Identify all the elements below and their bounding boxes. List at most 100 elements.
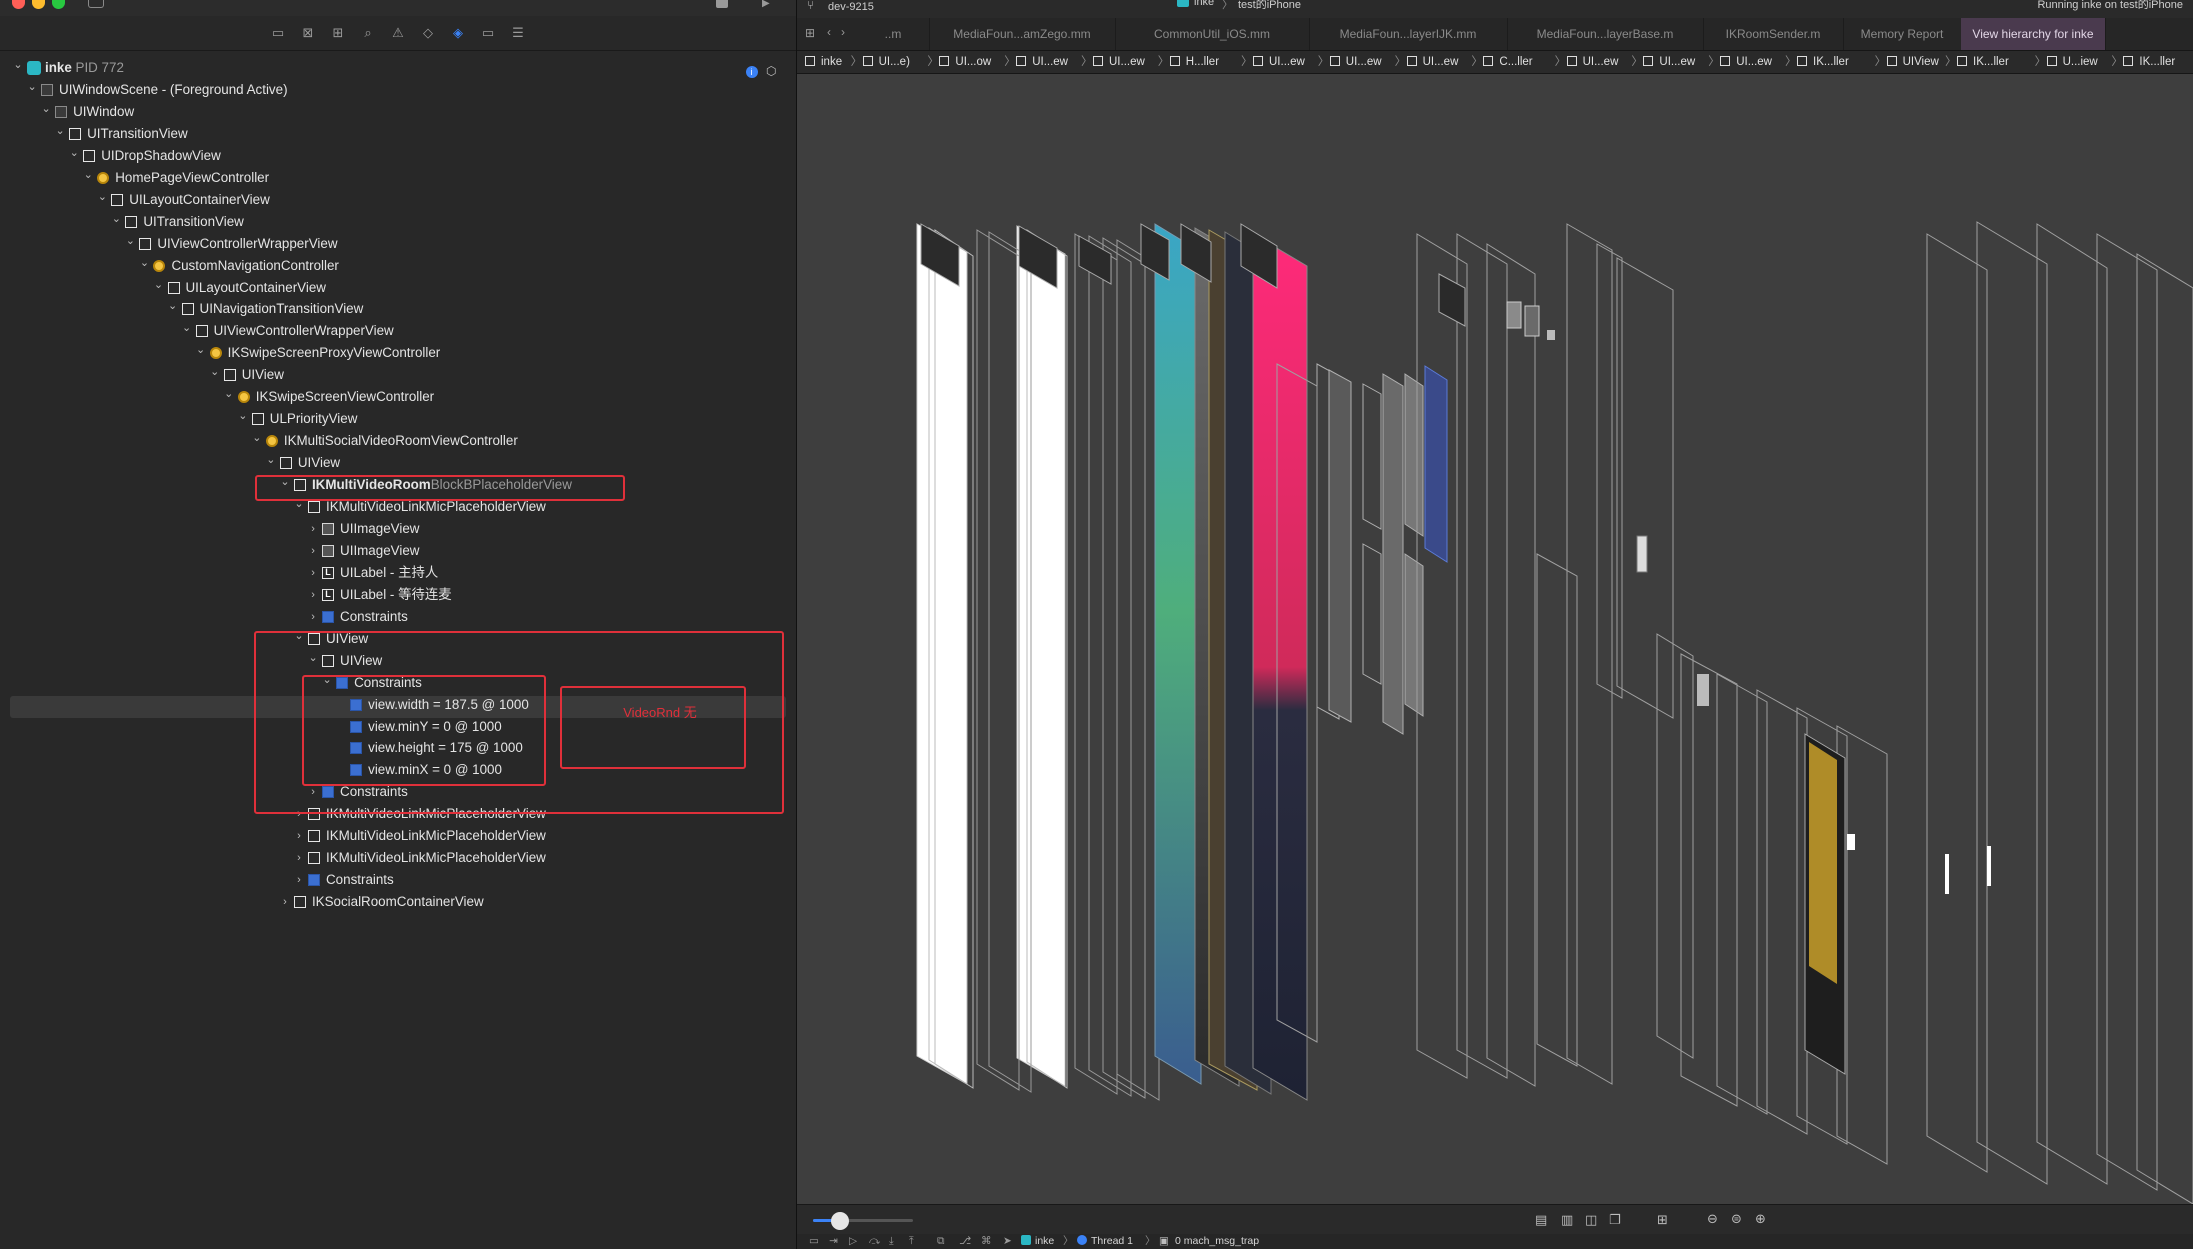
debug-navigator-icon[interactable]: ◈ <box>448 24 468 42</box>
debug-thread[interactable]: Thread 1 <box>1091 1234 1133 1249</box>
chevron-down-icon[interactable]: ⌄ <box>138 252 150 274</box>
jump-bar-crumb[interactable]: UI...ew <box>1736 51 1772 73</box>
editor-tab[interactable]: MediaFoun...layerIJK.mm <box>1309 18 1508 50</box>
chevron-right-icon[interactable]: › <box>307 540 319 562</box>
jump-bar-crumb[interactable]: UI...e) <box>879 51 910 73</box>
jump-bar-crumb[interactable]: U...iew <box>2063 51 2098 73</box>
tree-row[interactable]: › L UILabel - 等待连麦 <box>0 584 790 606</box>
tree-row[interactable]: ⌄ inke PID 772 <box>0 57 790 79</box>
chevron-right-icon[interactable]: › <box>293 847 305 869</box>
tree-row[interactable]: ⌄ UIView <box>0 364 790 386</box>
tree-row[interactable]: › Constraints <box>0 869 790 891</box>
jump-bar-crumb[interactable]: H...ller <box>1186 51 1219 73</box>
close-window-button[interactable] <box>12 0 25 9</box>
tree-row[interactable]: › IKSocialRoomContainerView <box>0 891 790 913</box>
tree-row[interactable]: ⌄ IKMultiSocialVideoRoomViewController <box>0 430 790 452</box>
adjust-view-mode-icon[interactable]: ◫ <box>1585 1212 1597 1228</box>
sidebar-toggle-icon[interactable] <box>88 0 104 8</box>
tree-row[interactable]: ⌄ UIViewControllerWrapperView <box>0 233 790 255</box>
breakpoints-toggle-icon[interactable]: ⇥ <box>829 1234 838 1249</box>
chevron-right-icon[interactable]: › <box>307 584 319 606</box>
chevron-right-icon[interactable]: › <box>293 869 305 891</box>
stop-button[interactable] <box>716 0 728 8</box>
chevron-down-icon[interactable]: ⌄ <box>237 405 249 427</box>
chevron-down-icon[interactable]: ⌄ <box>12 54 24 76</box>
source-control-icon[interactable]: ⊠ <box>298 24 318 42</box>
tree-row[interactable]: › UIImageView <box>0 540 790 562</box>
step-over-icon[interactable]: ⤼ <box>869 1234 880 1249</box>
test-navigator-icon[interactable]: ◇ <box>418 24 438 42</box>
chevron-down-icon[interactable]: ⌄ <box>209 361 221 383</box>
jump-bar-crumb[interactable]: UI...ew <box>1032 51 1068 73</box>
layer-white-2[interactable] <box>1016 225 1066 1087</box>
tree-row[interactable]: › Constraints <box>0 606 790 628</box>
chevron-down-icon[interactable]: ⌄ <box>223 383 235 405</box>
report-navigator-icon[interactable]: ☰ <box>508 24 528 42</box>
run-button[interactable]: ▶ <box>762 0 770 9</box>
folder-icon[interactable]: ▭ <box>268 24 288 42</box>
search-icon[interactable]: ⌕ <box>358 24 378 42</box>
tree-row[interactable]: ⌄ UITransitionView <box>0 123 790 145</box>
reset-icon[interactable]: ⊞ <box>1657 1212 1668 1228</box>
show-constraints-icon[interactable]: ▥ <box>1561 1212 1573 1228</box>
chevron-right-icon[interactable]: › <box>279 891 291 913</box>
tree-row[interactable]: › IKMultiVideoLinkMicPlaceholderView <box>0 847 790 869</box>
breakpoint-navigator-icon[interactable]: ▭ <box>478 24 498 42</box>
chevron-down-icon[interactable]: ⌄ <box>195 339 207 361</box>
chevron-down-icon[interactable]: ⌄ <box>68 142 80 164</box>
zoom-actual-icon[interactable]: ⊜ <box>1731 1211 1742 1227</box>
scheme-label[interactable]: dev-9215 <box>828 1 874 13</box>
console-toggle-icon[interactable]: ▭ <box>809 1234 819 1249</box>
run-destination-device[interactable]: test的iPhone <box>1238 0 1301 12</box>
jump-bar-crumb[interactable]: C...ller <box>1499 51 1532 73</box>
zoom-out-icon[interactable]: ⊖ <box>1707 1211 1718 1227</box>
zoom-window-button[interactable] <box>52 0 65 9</box>
jump-bar-crumb[interactable]: UI...ow <box>955 51 991 73</box>
chevron-down-icon[interactable]: ⌄ <box>251 427 263 449</box>
editor-tab[interactable]: ..m <box>857 18 930 50</box>
chevron-down-icon[interactable]: ⌄ <box>82 164 94 186</box>
chevron-down-icon[interactable]: ⌄ <box>167 295 179 317</box>
chevron-down-icon[interactable]: ⌄ <box>110 208 122 230</box>
chevron-down-icon[interactable]: ⌄ <box>26 76 38 98</box>
orientation-icon[interactable]: ❐ <box>1609 1212 1621 1228</box>
environment-icon[interactable]: ⌘ <box>981 1234 992 1249</box>
jump-bar-crumb[interactable]: UI...ew <box>1346 51 1382 73</box>
spacing-slider-thumb[interactable] <box>831 1212 849 1230</box>
exploded-3d-layers[interactable] <box>797 74 2193 1205</box>
chevron-down-icon[interactable]: ⌄ <box>265 449 277 471</box>
step-out-icon[interactable]: ⤒ <box>909 1234 914 1249</box>
tree-row[interactable]: › L UILabel - 主持人 <box>0 562 790 584</box>
tree-row[interactable]: ⌄ UILayoutContainerView <box>0 277 790 299</box>
issue-navigator-icon[interactable]: ⚠ <box>388 24 408 42</box>
chevron-right-icon[interactable]: › <box>307 518 319 540</box>
tree-row[interactable]: ⌄ UIWindow <box>0 101 790 123</box>
jump-bar-crumb[interactable]: inke <box>821 51 842 73</box>
editor-tab[interactable]: Memory Report <box>1843 18 1962 50</box>
editor-tab[interactable]: MediaFoun...layerBase.m <box>1507 18 1704 50</box>
jump-bar-crumb[interactable]: UI...ew <box>1659 51 1695 73</box>
tree-row[interactable]: ⌄ UITransitionView <box>0 211 790 233</box>
jump-bar-crumb[interactable]: IK...ller <box>1973 51 2009 73</box>
location-icon[interactable]: ➤ <box>1003 1234 1012 1249</box>
continue-icon[interactable]: ▷ <box>849 1234 857 1249</box>
jump-bar-crumb[interactable]: UI...ew <box>1583 51 1619 73</box>
run-destination-app[interactable]: inke <box>1194 0 1214 8</box>
jump-bar-crumb[interactable]: IK...ller <box>1813 51 1849 73</box>
zoom-in-icon[interactable]: ⊕ <box>1755 1211 1766 1227</box>
tree-row[interactable]: ⌄ HomePageViewController <box>0 167 790 189</box>
jump-bar-crumb[interactable]: UI...ew <box>1269 51 1305 73</box>
tree-row[interactable]: ⌄ UIDropShadowView <box>0 145 790 167</box>
chevron-right-icon[interactable]: › <box>307 562 319 584</box>
grid-icon[interactable]: ⊞ <box>805 26 815 40</box>
chevron-right-icon[interactable]: › <box>293 825 305 847</box>
jump-bar-crumb[interactable]: IK...ller <box>2139 51 2175 73</box>
minimize-window-button[interactable] <box>32 0 45 9</box>
chevron-right-icon[interactable]: › <box>307 606 319 628</box>
tree-row[interactable]: ⌄ IKSwipeScreenViewController <box>0 386 790 408</box>
layer-pink[interactable] <box>1252 233 1308 1101</box>
layer-gradient-teal[interactable] <box>1154 223 1202 1085</box>
editor-tab[interactable]: View hierarchy for inke <box>1961 18 2106 50</box>
tree-row[interactable]: ⌄ UIWindowScene - (Foreground Active) <box>0 79 790 101</box>
tree-row[interactable]: › IKMultiVideoLinkMicPlaceholderView <box>0 825 790 847</box>
